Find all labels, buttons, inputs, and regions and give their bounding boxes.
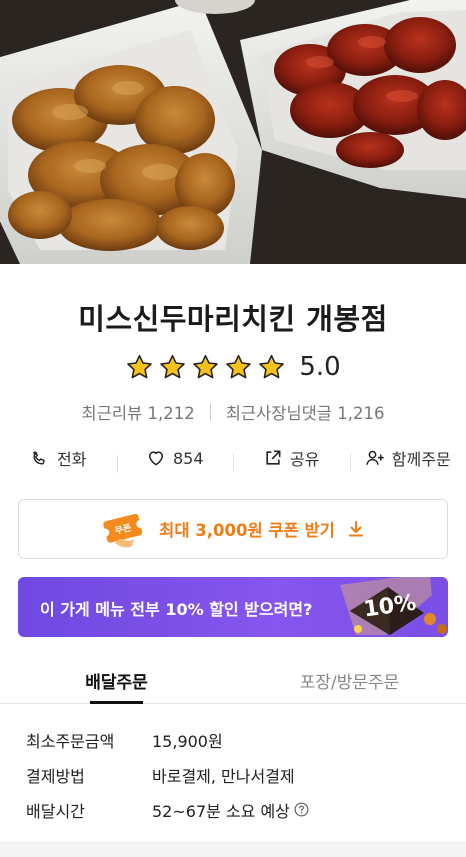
recent-reviews-link[interactable]: 최근리뷰 1,212 — [82, 400, 195, 424]
star-rating — [125, 353, 286, 382]
delivery-time-label: 배달시간 — [26, 801, 85, 821]
tab-pickup-order[interactable]: 포장/방문주문 — [233, 656, 466, 703]
info-row-min-order: 최소주문금액 15,900원 — [26, 722, 446, 757]
delivery-time-wrap: 52~67분 소요 예상 — [152, 798, 309, 822]
divider — [209, 404, 211, 420]
star-icon — [259, 354, 285, 378]
tab-delivery-order[interactable]: 배달주문 — [0, 656, 233, 704]
call-label: 전화 — [57, 450, 87, 469]
discount-promo-banner[interactable]: 이 가게 메뉴 전부 10% 할인 받으려면? 10% — [18, 577, 448, 637]
group-order-button[interactable]: 함께주문 — [349, 446, 466, 471]
payment-method-label: 결제방법 — [26, 766, 85, 786]
star-icon — [127, 354, 153, 378]
promo-text: 이 가게 메뉴 전부 10% 할인 받으려면? — [40, 600, 313, 619]
star-icon — [160, 354, 186, 378]
review-stats: 최근리뷰 1,212 최근사장님댓글 1,216 — [0, 400, 466, 424]
like-count: 854 — [172, 448, 204, 468]
group-order-label: 함께주문 — [391, 450, 451, 469]
payment-method-value: 바로결제, 만나서결제 — [152, 766, 295, 786]
section-divider — [0, 842, 466, 857]
min-order-label: 최소주문금액 — [26, 731, 115, 751]
info-row-payment: 결제방법 바로결제, 만나서결제 — [26, 757, 446, 792]
like-button[interactable]: 854 — [116, 448, 234, 473]
info-row-delivery-time: 배달시간 52~67분 소요 예상 — [26, 792, 446, 827]
store-action-bar: 전화 854 공유 함께주문 — [0, 440, 466, 476]
share-label: 공유 — [290, 450, 320, 469]
add-person-icon — [366, 450, 384, 465]
rating-row: 5.0 — [0, 349, 466, 385]
download-icon — [348, 521, 363, 537]
phone-icon — [33, 451, 45, 465]
order-type-tabs: 배달주문 포장/방문주문 — [0, 656, 466, 704]
share-button[interactable]: 공유 — [233, 446, 350, 471]
heart-icon — [148, 451, 163, 466]
star-icon — [193, 354, 219, 378]
delivery-time-value: 52~67분 소요 예상 — [152, 801, 290, 821]
ten-percent-badge-graphic: 10% — [340, 577, 447, 635]
coupon-download-button[interactable]: 쿠폰 최대 3,000원 쿠폰 받기 — [18, 499, 448, 559]
coupon-label: 최대 3,000원 쿠폰 받기 — [159, 521, 335, 540]
coupon-icon: 쿠폰 — [101, 513, 145, 548]
store-name: 미스신두마리치킨 개봉점 — [78, 302, 388, 336]
delivery-info: 최소주문금액 15,900원 결제방법 바로결제, 만나서결제 배달시간 52~… — [26, 722, 446, 827]
star-icon — [226, 354, 252, 378]
call-button[interactable]: 전화 — [0, 446, 117, 470]
rating-value: 5.0 — [299, 352, 341, 382]
min-order-value: 15,900원 — [152, 731, 223, 751]
store-hero-image — [0, 0, 466, 264]
owner-replies-link[interactable]: 최근사장님댓글 1,216 — [226, 400, 385, 424]
help-icon[interactable] — [294, 802, 309, 817]
share-icon — [266, 450, 281, 465]
